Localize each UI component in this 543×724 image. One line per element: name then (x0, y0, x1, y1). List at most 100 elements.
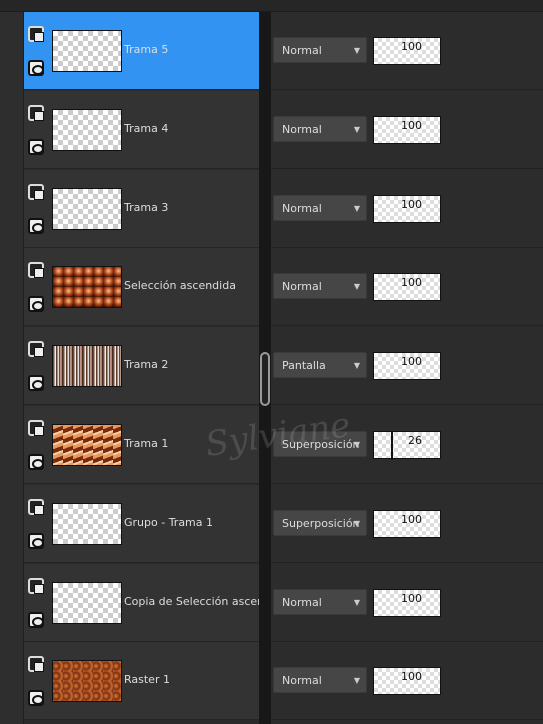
layer-row[interactable]: Trama 5 (24, 12, 259, 90)
layer-row[interactable]: Grupo - Trama 1 (24, 484, 259, 563)
opacity-slider[interactable]: 100 (373, 37, 441, 65)
blend-mode-dropdown[interactable]: Normal ▼ (273, 194, 367, 221)
layer-thumbnail (52, 424, 122, 466)
blend-mode-value: Normal (282, 44, 322, 57)
layer-properties-row: Normal ▼ 100 (271, 90, 543, 169)
chevron-down-icon: ▼ (353, 46, 360, 55)
left-gutter (0, 12, 24, 724)
layer-thumbnail (52, 187, 122, 230)
opacity-slider[interactable]: 100 (373, 194, 441, 223)
layer-type-icon (28, 577, 44, 594)
layer-name: Trama 2 (124, 358, 169, 372)
layer-type-icon (28, 104, 44, 121)
layer-properties-row: Pantalla ▼ 100 (271, 327, 543, 406)
layer-thumbnail (52, 30, 122, 72)
layer-type-icon (28, 26, 44, 42)
opacity-value: 100 (401, 40, 422, 53)
divider-grip-handle[interactable] (260, 352, 270, 406)
layer-type-icon (28, 341, 44, 358)
blend-mode-value: Normal (282, 674, 322, 688)
visibility-eye-icon[interactable] (28, 611, 44, 628)
chevron-down-icon: ▼ (353, 361, 360, 371)
blend-mode-value: Superposición (282, 438, 360, 451)
opacity-value: 100 (401, 591, 422, 605)
blend-mode-dropdown[interactable]: Normal ▼ (273, 667, 367, 694)
layer-name: Trama 3 (124, 200, 169, 214)
layer-type-icon (28, 498, 44, 515)
opacity-value: 26 (408, 434, 422, 447)
layer-name: Trama 1 (124, 437, 169, 450)
layer-type-icon (28, 420, 44, 436)
layer-name: Grupo - Trama 1 (124, 515, 214, 529)
opacity-slider[interactable]: 100 (373, 273, 441, 302)
layer-row[interactable]: Trama 1 (24, 406, 259, 484)
chevron-down-icon: ▼ (353, 203, 360, 213)
palette-header (0, 0, 543, 12)
blend-mode-dropdown[interactable]: Superposición ▼ (273, 431, 367, 457)
layer-thumbnail (52, 502, 122, 545)
opacity-slider[interactable]: 100 (373, 667, 441, 696)
layer-row[interactable]: Trama 4 (24, 90, 259, 169)
visibility-eye-icon[interactable] (28, 375, 44, 392)
layer-properties-row: Superposición ▼ 100 (271, 484, 543, 563)
visibility-eye-icon[interactable] (28, 138, 44, 155)
visibility-eye-icon[interactable] (28, 60, 44, 76)
opacity-slider[interactable]: 26 (373, 431, 441, 460)
layer-thumbnail (52, 266, 122, 309)
layer-row[interactable]: Trama 2 (24, 327, 259, 406)
layer-row[interactable]: Raster 1 (24, 642, 259, 721)
visibility-eye-icon[interactable] (28, 532, 44, 549)
layer-thumbnail (52, 345, 122, 388)
blend-mode-dropdown[interactable]: Normal ▼ (273, 115, 367, 142)
blend-mode-value: Normal (282, 201, 322, 215)
opacity-slider[interactable]: 100 (373, 115, 441, 144)
layer-properties-row: Normal ▼ 100 (271, 642, 543, 721)
layer-thumbnail (52, 108, 122, 151)
layer-name: Raster 1 (124, 673, 170, 687)
layer-properties-row: Superposición ▼ 26 (271, 406, 543, 484)
layer-properties-row: Normal ▼ 100 (271, 169, 543, 248)
chevron-down-icon: ▼ (353, 282, 360, 292)
layer-thumbnail (52, 581, 122, 624)
layer-row[interactable]: Selección ascendida (24, 248, 259, 327)
layer-name: Trama 5 (124, 43, 169, 56)
layer-properties-row: Normal ▼ 100 (271, 563, 543, 642)
opacity-slider[interactable]: 100 (373, 588, 441, 617)
blend-mode-dropdown[interactable]: Normal ▼ (273, 37, 367, 63)
chevron-down-icon: ▼ (353, 518, 360, 528)
opacity-slider[interactable]: 100 (373, 352, 441, 381)
opacity-value: 100 (401, 355, 422, 369)
layer-type-icon (28, 262, 44, 279)
blend-mode-dropdown[interactable]: Superposición ▼ (273, 509, 367, 536)
opacity-value: 100 (401, 670, 422, 684)
layer-properties-row: Normal ▼ 100 (271, 248, 543, 327)
blend-mode-dropdown[interactable]: Normal ▼ (273, 588, 367, 615)
layer-type-icon (28, 183, 44, 200)
visibility-eye-icon[interactable] (28, 217, 44, 234)
layer-name: Copia de Selección ascendida (124, 594, 259, 608)
layer-name: Selección ascendida (124, 279, 236, 293)
visibility-eye-icon[interactable] (28, 296, 44, 313)
layer-type-icon (28, 656, 44, 673)
opacity-slider-handle[interactable] (391, 432, 394, 460)
layer-properties-row: Normal ▼ 100 (271, 12, 543, 90)
opacity-value: 100 (401, 118, 422, 132)
blend-mode-value: Pantalla (282, 359, 326, 373)
blend-mode-value: Normal (282, 122, 322, 136)
layer-name: Trama 4 (124, 121, 169, 135)
blend-mode-value: Normal (282, 280, 322, 294)
chevron-down-icon: ▼ (353, 676, 360, 686)
opacity-value: 100 (401, 512, 422, 526)
opacity-slider[interactable]: 100 (373, 509, 441, 538)
layer-row[interactable]: Copia de Selección ascendida (24, 563, 259, 642)
visibility-eye-icon[interactable] (28, 690, 44, 707)
blend-mode-value: Superposición (282, 516, 360, 530)
blend-mode-value: Normal (282, 595, 322, 609)
visibility-eye-icon[interactable] (28, 454, 44, 470)
layer-row[interactable]: Trama 3 (24, 169, 259, 248)
blend-mode-dropdown[interactable]: Pantalla ▼ (273, 352, 367, 379)
opacity-value: 100 (401, 197, 422, 211)
chevron-down-icon: ▼ (353, 440, 360, 449)
chevron-down-icon: ▼ (353, 124, 360, 134)
blend-mode-dropdown[interactable]: Normal ▼ (273, 273, 367, 300)
